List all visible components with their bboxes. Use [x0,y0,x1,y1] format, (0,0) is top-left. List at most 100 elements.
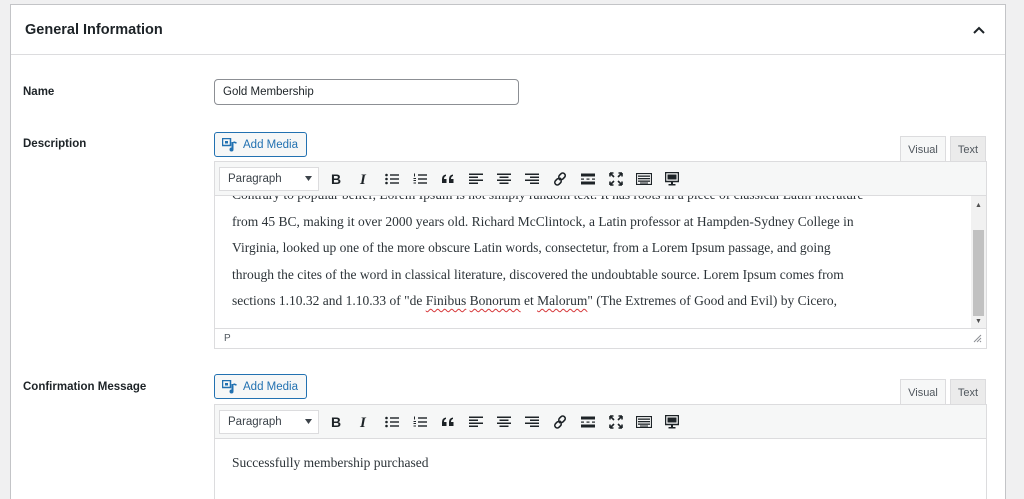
description-editor: Paragraph B I Contrary to popular belief… [214,161,987,349]
fullscreen-button[interactable] [602,409,630,435]
numbered-list-button[interactable] [406,409,434,435]
align-right-button[interactable] [518,409,546,435]
link-button[interactable] [546,409,574,435]
name-input[interactable] [214,79,519,105]
description-scrollbar[interactable]: ▲ ▼ [971,196,986,328]
tab-text[interactable]: Text [950,136,986,162]
general-information-panel: General Information Name Description Add… [10,4,1006,499]
description-editor-tabs: Visual Text [900,136,986,162]
text-line: from 45 BC, making it over 2000 years ol… [232,213,854,229]
spelling-error-word: Bonorum [469,293,521,308]
fullscreen-icon [609,414,623,429]
italic-button[interactable]: I [350,409,378,435]
toolbar-toggle-button[interactable] [630,166,658,192]
editor-toolbar: Paragraph B I [215,162,986,196]
confirmation-editor-tabs: Visual Text [900,379,986,405]
add-media-button[interactable]: Add Media [214,132,307,157]
align-right-icon [525,416,539,427]
read-more-icon [581,173,595,184]
add-media-label: Add Media [243,380,298,393]
bullet-list-icon [385,173,399,184]
blockquote-icon [442,174,454,183]
confirmation-message-label: Confirmation Message [23,381,147,393]
align-left-icon [469,173,483,184]
align-right-button[interactable] [518,166,546,192]
panel-title: General Information [25,21,163,38]
fullscreen-button[interactable] [602,166,630,192]
fullscreen-icon [609,171,623,186]
confirmation-text: Successfully membership purchased [232,455,429,470]
preview-button[interactable] [658,166,686,192]
bold-icon: B [331,415,341,429]
svg-text:B: B [331,172,341,186]
align-right-icon [525,173,539,184]
blockquote-button[interactable] [434,166,462,192]
add-media-icon [222,379,237,393]
description-text: Contrary to popular belief, Lorem Ipsum … [215,196,970,315]
align-center-button[interactable] [490,409,518,435]
add-media-icon [222,137,237,151]
bold-button[interactable]: B [322,409,350,435]
blockquote-icon [442,417,454,426]
confirmation-content[interactable]: Successfully membership purchased [215,439,986,499]
align-left-icon [469,416,483,427]
svg-text:I: I [359,172,367,186]
keyboard-icon [636,172,652,185]
scroll-up-icon[interactable]: ▲ [971,198,986,212]
confirmation-editor: Paragraph B I Successfully membership pu… [214,404,987,499]
add-media-button[interactable]: Add Media [214,374,307,399]
format-select[interactable]: Paragraph [219,409,319,434]
caret-down-icon [305,176,312,181]
bullet-list-button[interactable] [378,166,406,192]
scroll-thumb[interactable] [973,230,984,316]
bold-icon: B [331,172,341,186]
read-more-icon [581,416,595,427]
text-line: Virginia, looked up one of the more obsc… [232,240,831,255]
name-label: Name [23,86,55,98]
bold-button[interactable]: B [322,166,350,192]
editor-statusbar: P [215,328,986,348]
description-content[interactable]: Contrary to popular belief, Lorem Ipsum … [215,196,986,328]
align-center-icon [497,416,511,427]
tab-visual[interactable]: Visual [900,136,946,162]
link-button[interactable] [546,166,574,192]
svg-text:B: B [331,415,341,429]
italic-icon: I [359,172,367,186]
format-select[interactable]: Paragraph [219,166,319,191]
caret-down-icon [305,419,312,424]
scroll-down-icon[interactable]: ▼ [971,314,986,328]
monitor-icon [665,414,679,428]
preview-button[interactable] [658,409,686,435]
svg-text:I: I [359,415,367,429]
italic-button[interactable]: I [350,166,378,192]
monitor-icon [665,171,679,185]
numbered-list-icon [413,416,427,427]
resize-handle-icon[interactable] [973,334,982,343]
align-left-button[interactable] [462,166,490,192]
text-line: through the cites of the word in classic… [232,266,844,282]
text-segment: sections 1.10.32 and 1.10.33 of "de [232,293,426,308]
tab-text[interactable]: Text [950,379,986,405]
link-icon [553,171,567,186]
bullet-list-icon [385,416,399,427]
read-more-button[interactable] [574,166,602,192]
numbered-list-button[interactable] [406,166,434,192]
align-center-button[interactable] [490,166,518,192]
spelling-error-word: Finibus [425,293,467,308]
editor-toolbar: Paragraph B I [215,405,986,439]
tab-visual[interactable]: Visual [900,379,946,405]
add-media-label: Add Media [243,138,298,151]
numbered-list-icon [413,173,427,184]
align-center-icon [497,173,511,184]
read-more-button[interactable] [574,409,602,435]
format-select-value: Paragraph [228,172,282,185]
text-segment: et [520,293,538,308]
text-line: sections 1.10.32 and 1.10.33 of "de Fini… [232,288,964,315]
blockquote-button[interactable] [434,409,462,435]
collapse-button[interactable] [967,18,991,42]
align-left-button[interactable] [462,409,490,435]
bullet-list-button[interactable] [378,409,406,435]
chevron-up-icon [973,26,985,34]
toolbar-toggle-button[interactable] [630,409,658,435]
element-path[interactable]: P [224,333,231,344]
